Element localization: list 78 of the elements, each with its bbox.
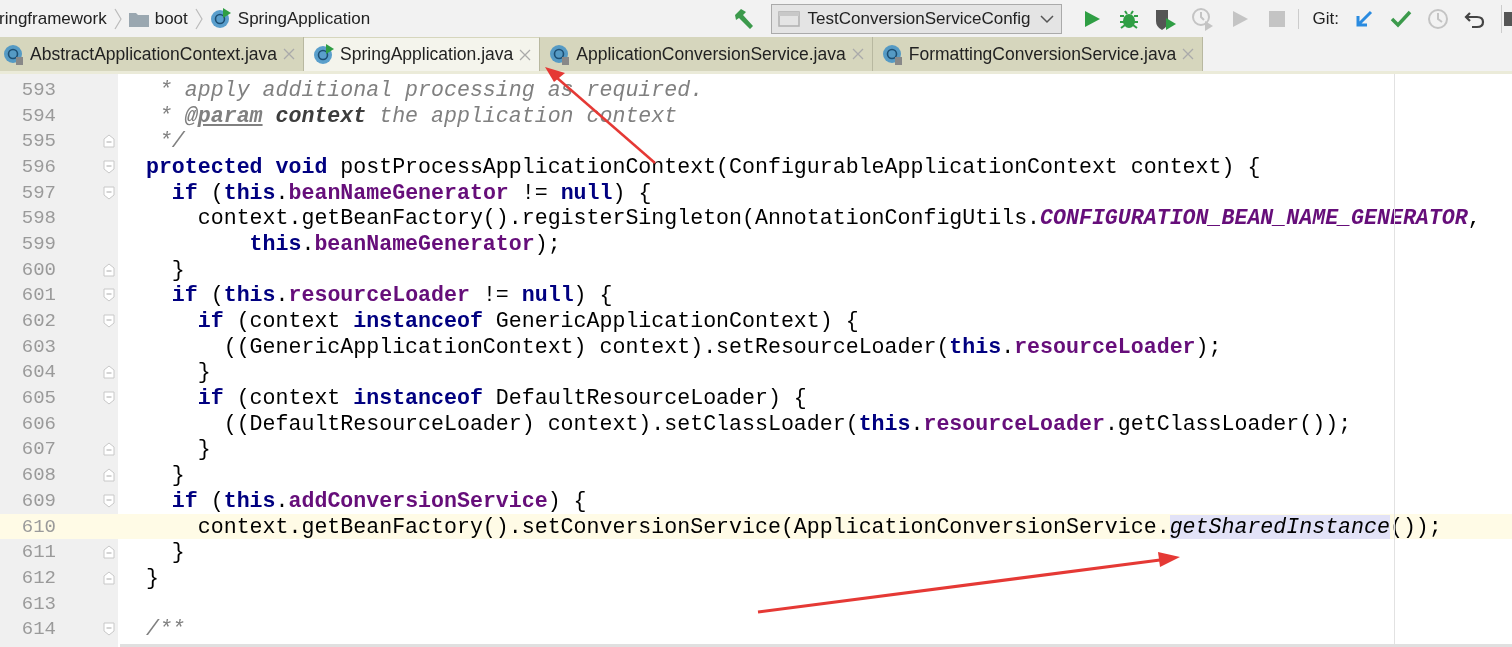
code-line: if (context instanceof DefaultResourceLoader) { <box>196 386 807 411</box>
toolbar-button[interactable] <box>1501 4 1512 33</box>
code-line: context.getBeanFactory().registerSingleton(AnnotationConfigUtils.CONFIGURATION_BEAN_NAME_GENERATOR, <box>196 206 1481 231</box>
window-icon <box>777 9 800 28</box>
line-number: 606 <box>20 412 56 435</box>
fold-icon[interactable] <box>103 314 115 329</box>
line-number: 598 <box>20 207 56 230</box>
line-number: 596 <box>20 155 56 178</box>
code-line: } <box>196 360 211 385</box>
code-line: * apply additional processing as required. <box>157 77 704 102</box>
code-line: /** <box>144 617 185 642</box>
code-line: if (context instanceof GenericApplicationContext) { <box>196 309 859 334</box>
code-line: ((DefaultResourceLoader) context).setClassLoader(this.resourceLoader.getClassLoader()); <box>222 411 1352 436</box>
line-number: 595 <box>20 130 56 153</box>
editor-tab[interactable]: AbstractApplicationContext.java <box>0 37 305 71</box>
fold-icon[interactable] <box>103 134 115 149</box>
line-number: 593 <box>20 78 56 101</box>
line-number: 604 <box>20 361 56 384</box>
editor-tab[interactable]: FormattingConversionService.java <box>872 37 1204 71</box>
breadcrumb-item[interactable]: SpringApplication <box>237 8 371 29</box>
run-configuration-dropdown[interactable]: TestConversionServiceConfig <box>770 3 1062 34</box>
code-editor[interactable] <box>0 74 1512 647</box>
line-number: 608 <box>20 464 56 487</box>
code-line: if (this.resourceLoader != null) { <box>170 283 613 308</box>
close-icon <box>1181 47 1196 61</box>
line-number: 614 <box>20 618 56 641</box>
code-line: } <box>170 540 185 565</box>
code-line: } <box>170 463 185 488</box>
line-number: 602 <box>20 310 56 333</box>
fold-icon[interactable] <box>103 570 115 585</box>
code-line: } <box>144 565 159 590</box>
breadcrumb-item[interactable]: boot <box>154 8 188 29</box>
fold-icon[interactable] <box>103 493 115 508</box>
line-number: 597 <box>20 181 56 204</box>
editor-tab[interactable]: ApplicationConversionService.java <box>540 37 873 71</box>
line-number: 610 <box>20 515 56 538</box>
close-icon <box>518 47 533 62</box>
line-number: 609 <box>20 489 56 512</box>
editor-tab[interactable]: SpringApplication.java <box>304 37 541 71</box>
line-number: 594 <box>20 104 56 127</box>
fold-icon[interactable] <box>103 468 115 483</box>
fold-icon[interactable] <box>103 545 115 560</box>
line-number: 599 <box>20 232 56 255</box>
line-number: 612 <box>20 566 56 589</box>
vcs-label: Git: <box>1297 8 1343 29</box>
line-number: 613 <box>20 592 56 615</box>
line-number: 601 <box>20 284 56 307</box>
code-line: } <box>196 437 211 462</box>
chevron-icon <box>112 7 123 30</box>
line-number: 600 <box>20 258 56 281</box>
code-line: this.beanNameGenerator); <box>248 231 561 256</box>
class-icon <box>209 7 232 30</box>
fold-icon[interactable] <box>103 442 115 457</box>
chevron-icon <box>193 7 204 30</box>
code-line: if (this.addConversionService) { <box>170 488 587 513</box>
close-icon <box>282 47 297 61</box>
close-icon <box>850 47 865 61</box>
fold-icon[interactable] <box>103 262 115 277</box>
line-number: 607 <box>20 438 56 461</box>
clock-icon <box>1426 7 1449 30</box>
chevron-down-icon <box>1038 13 1055 24</box>
line-number: 611 <box>20 541 56 564</box>
fold-icon[interactable] <box>103 185 115 200</box>
fold-icon[interactable] <box>103 622 115 637</box>
fold-icon[interactable] <box>103 365 115 380</box>
code-line: ((GenericApplicationContext) context).setResourceLoader(this.resourceLoader); <box>222 334 1222 359</box>
code-line: if (this.beanNameGenerator != null) { <box>170 180 652 205</box>
line-number: 605 <box>20 387 56 410</box>
line-number: 603 <box>20 335 56 358</box>
code-line: } <box>170 257 185 282</box>
breadcrumb-item[interactable]: ringframework <box>0 8 107 29</box>
fold-icon[interactable] <box>103 391 115 406</box>
code-line: protected void postProcessApplicationContext(ConfigurableApplicationContext context) { <box>144 154 1261 179</box>
fold-icon[interactable] <box>103 159 115 174</box>
check-icon <box>1389 8 1412 29</box>
fold-icon[interactable] <box>103 288 115 303</box>
stop-icon <box>1268 9 1287 28</box>
code-line: */ <box>157 129 185 154</box>
